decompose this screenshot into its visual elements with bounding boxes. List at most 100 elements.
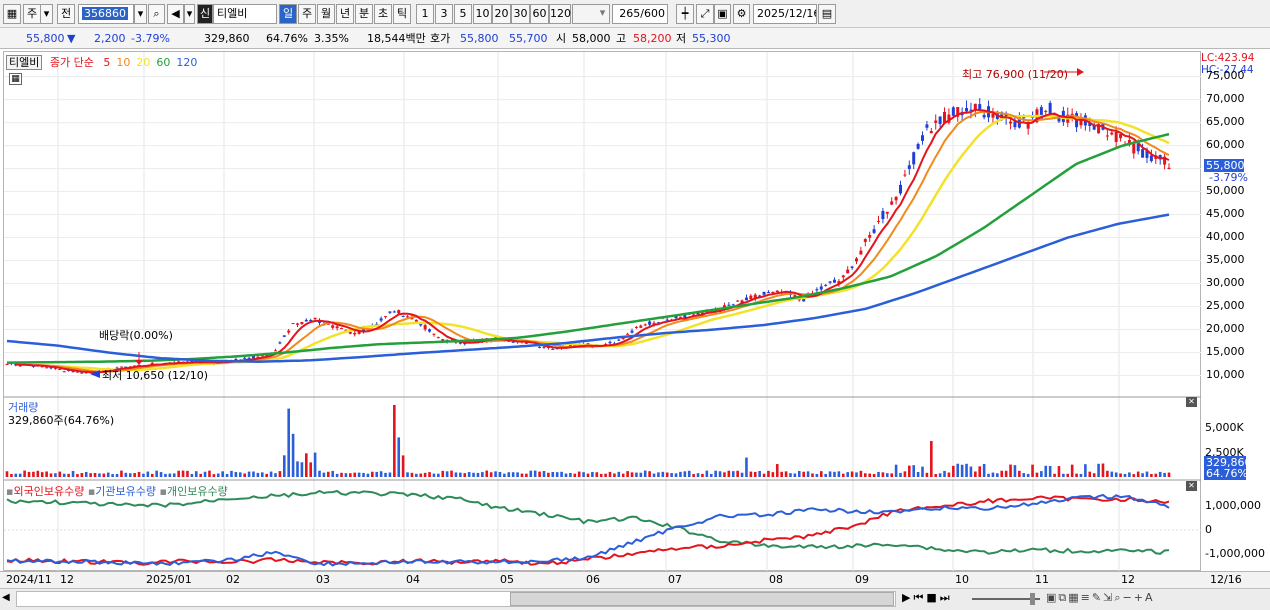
scroll-thumb[interactable]: [510, 592, 894, 606]
chevron-down-icon[interactable]: ▾: [184, 4, 195, 24]
close-pane-icon[interactable]: ✕: [1186, 397, 1197, 407]
candle-body: [287, 330, 291, 333]
candle-body: [340, 328, 344, 330]
speaker-icon[interactable]: ◀: [167, 4, 184, 24]
volume-bar: [406, 472, 409, 477]
save-icon[interactable]: ▣: [714, 4, 731, 24]
volume-bar: [740, 472, 744, 477]
volume-bar: [1026, 473, 1030, 477]
volume-bar: [54, 473, 57, 477]
period-button-4[interactable]: 분: [355, 4, 373, 24]
scroll-left-icon[interactable]: ◀: [2, 592, 14, 606]
chevron-down-icon[interactable]: ▾: [596, 4, 609, 24]
volume-bar: [498, 471, 502, 477]
rewind-icon[interactable]: ⏮: [913, 591, 926, 604]
draw-icon[interactable]: ✎: [1092, 591, 1103, 604]
date-input[interactable]: 2025/12/16: [753, 4, 817, 24]
interval-button-1[interactable]: 1: [416, 4, 434, 24]
font-size-icon[interactable]: A: [1145, 591, 1155, 604]
volume-bar: [5, 471, 9, 477]
chart-area[interactable]: 티엘비 종가 단순 5 10 20 60 120 ▦ 배당락(0.00%) 최저 10,…: [3, 51, 1202, 572]
zoom-slider-handle[interactable]: [1030, 593, 1035, 605]
holding-tick: 0: [1205, 523, 1212, 536]
candle-body: [621, 338, 625, 340]
magnify-icon[interactable]: ⌕: [1114, 591, 1122, 604]
stock-code-input[interactable]: 356860: [78, 4, 134, 24]
high-marker-label: 최고 76,900 (11/20): [962, 68, 1069, 81]
table-icon[interactable]: ▦: [9, 73, 22, 85]
play-icon[interactable]: ▶: [902, 591, 913, 604]
candle-body: [423, 325, 427, 330]
count-input[interactable]: 265/600: [612, 4, 668, 24]
volume-bar: [731, 471, 735, 477]
volume-bar: [278, 471, 282, 477]
gear-icon[interactable]: ⚙: [733, 4, 750, 24]
interval-button-60[interactable]: 60: [530, 4, 549, 24]
volume-bar: [252, 471, 255, 477]
volume-bar: [128, 473, 132, 477]
period-button-3[interactable]: 년: [336, 4, 354, 24]
volume-bar: [811, 473, 814, 477]
crosshair-icon[interactable]: ⤢: [696, 4, 714, 24]
period-button-2[interactable]: 월: [317, 4, 335, 24]
layout-icon[interactable]: ▣: [1046, 591, 1058, 604]
volume-bar: [353, 472, 357, 477]
ruler-icon[interactable]: ≡: [1081, 591, 1092, 604]
volume-bar: [62, 473, 66, 477]
copy-icon[interactable]: ⧉: [1058, 591, 1068, 604]
prev-button[interactable]: 전: [57, 4, 75, 24]
volume-bar: [186, 470, 189, 477]
zoom-out-icon[interactable]: −: [1123, 591, 1134, 604]
interval-button-5[interactable]: 5: [454, 4, 472, 24]
volume-bar: [238, 472, 242, 477]
chevron-down-icon[interactable]: ▾: [134, 4, 147, 24]
volume-bar: [551, 471, 555, 477]
candle-body: [872, 229, 876, 233]
calendar-icon[interactable]: ▤: [818, 4, 836, 24]
volume-bar: [190, 474, 194, 477]
period-button-0[interactable]: 일: [279, 4, 297, 24]
interval-button-30[interactable]: 30: [511, 4, 530, 24]
candle-body: [397, 310, 401, 314]
candle-icon[interactable]: ┿: [676, 4, 694, 24]
open-label: 시: [556, 32, 567, 45]
volume-bar: [423, 472, 427, 477]
tool-icons[interactable]: ▣⧉▦≡✎⇲⌕−+A: [1046, 591, 1154, 605]
stop-icon[interactable]: ■: [926, 591, 939, 604]
volume-bar: [1018, 470, 1021, 477]
candle-body: [401, 315, 405, 317]
candle-body: [890, 201, 894, 205]
volume-bar: [142, 473, 145, 477]
chevron-down-icon[interactable]: ▾: [41, 4, 53, 24]
period-button-1[interactable]: 주: [298, 4, 316, 24]
volume-bar: [318, 470, 321, 477]
period-button-6[interactable]: 틱: [393, 4, 411, 24]
period-button-5[interactable]: 초: [374, 4, 392, 24]
zoom-in-icon[interactable]: +: [1134, 591, 1145, 604]
volume-bar: [1167, 472, 1171, 477]
interval-button-3[interactable]: 3: [435, 4, 453, 24]
candle-body: [348, 331, 352, 334]
volume-bar: [265, 473, 268, 477]
grid-icon[interactable]: ▦: [1068, 591, 1080, 604]
volume-bar: [120, 470, 123, 477]
volume-bar: [84, 471, 88, 477]
candle-body: [925, 124, 929, 128]
type-selector[interactable]: 주: [23, 4, 41, 24]
interval-button-120[interactable]: 120: [549, 4, 571, 24]
share-icon[interactable]: ⇲: [1103, 591, 1114, 604]
close-pane-icon[interactable]: ✕: [1186, 481, 1197, 491]
volume-bar: [349, 473, 352, 477]
scroll-bar[interactable]: ◀ ▶⏮■⏭ ▣⧉▦≡✎⇲⌕−+A: [0, 588, 1270, 610]
menu-icon[interactable]: ▦: [3, 4, 21, 24]
interval-button-20[interactable]: 20: [492, 4, 511, 24]
forward-icon[interactable]: ⏭: [940, 591, 953, 604]
playback-controls[interactable]: ▶⏮■⏭: [902, 591, 953, 605]
volume-bar: [1110, 471, 1114, 477]
volume-bar: [925, 472, 929, 477]
date-tick: 12: [60, 573, 74, 586]
interval-button-10[interactable]: 10: [473, 4, 492, 24]
search-icon[interactable]: ⌕: [148, 4, 165, 24]
stock-legend[interactable]: 티엘비: [6, 55, 43, 70]
volume-bar: [1031, 464, 1034, 477]
